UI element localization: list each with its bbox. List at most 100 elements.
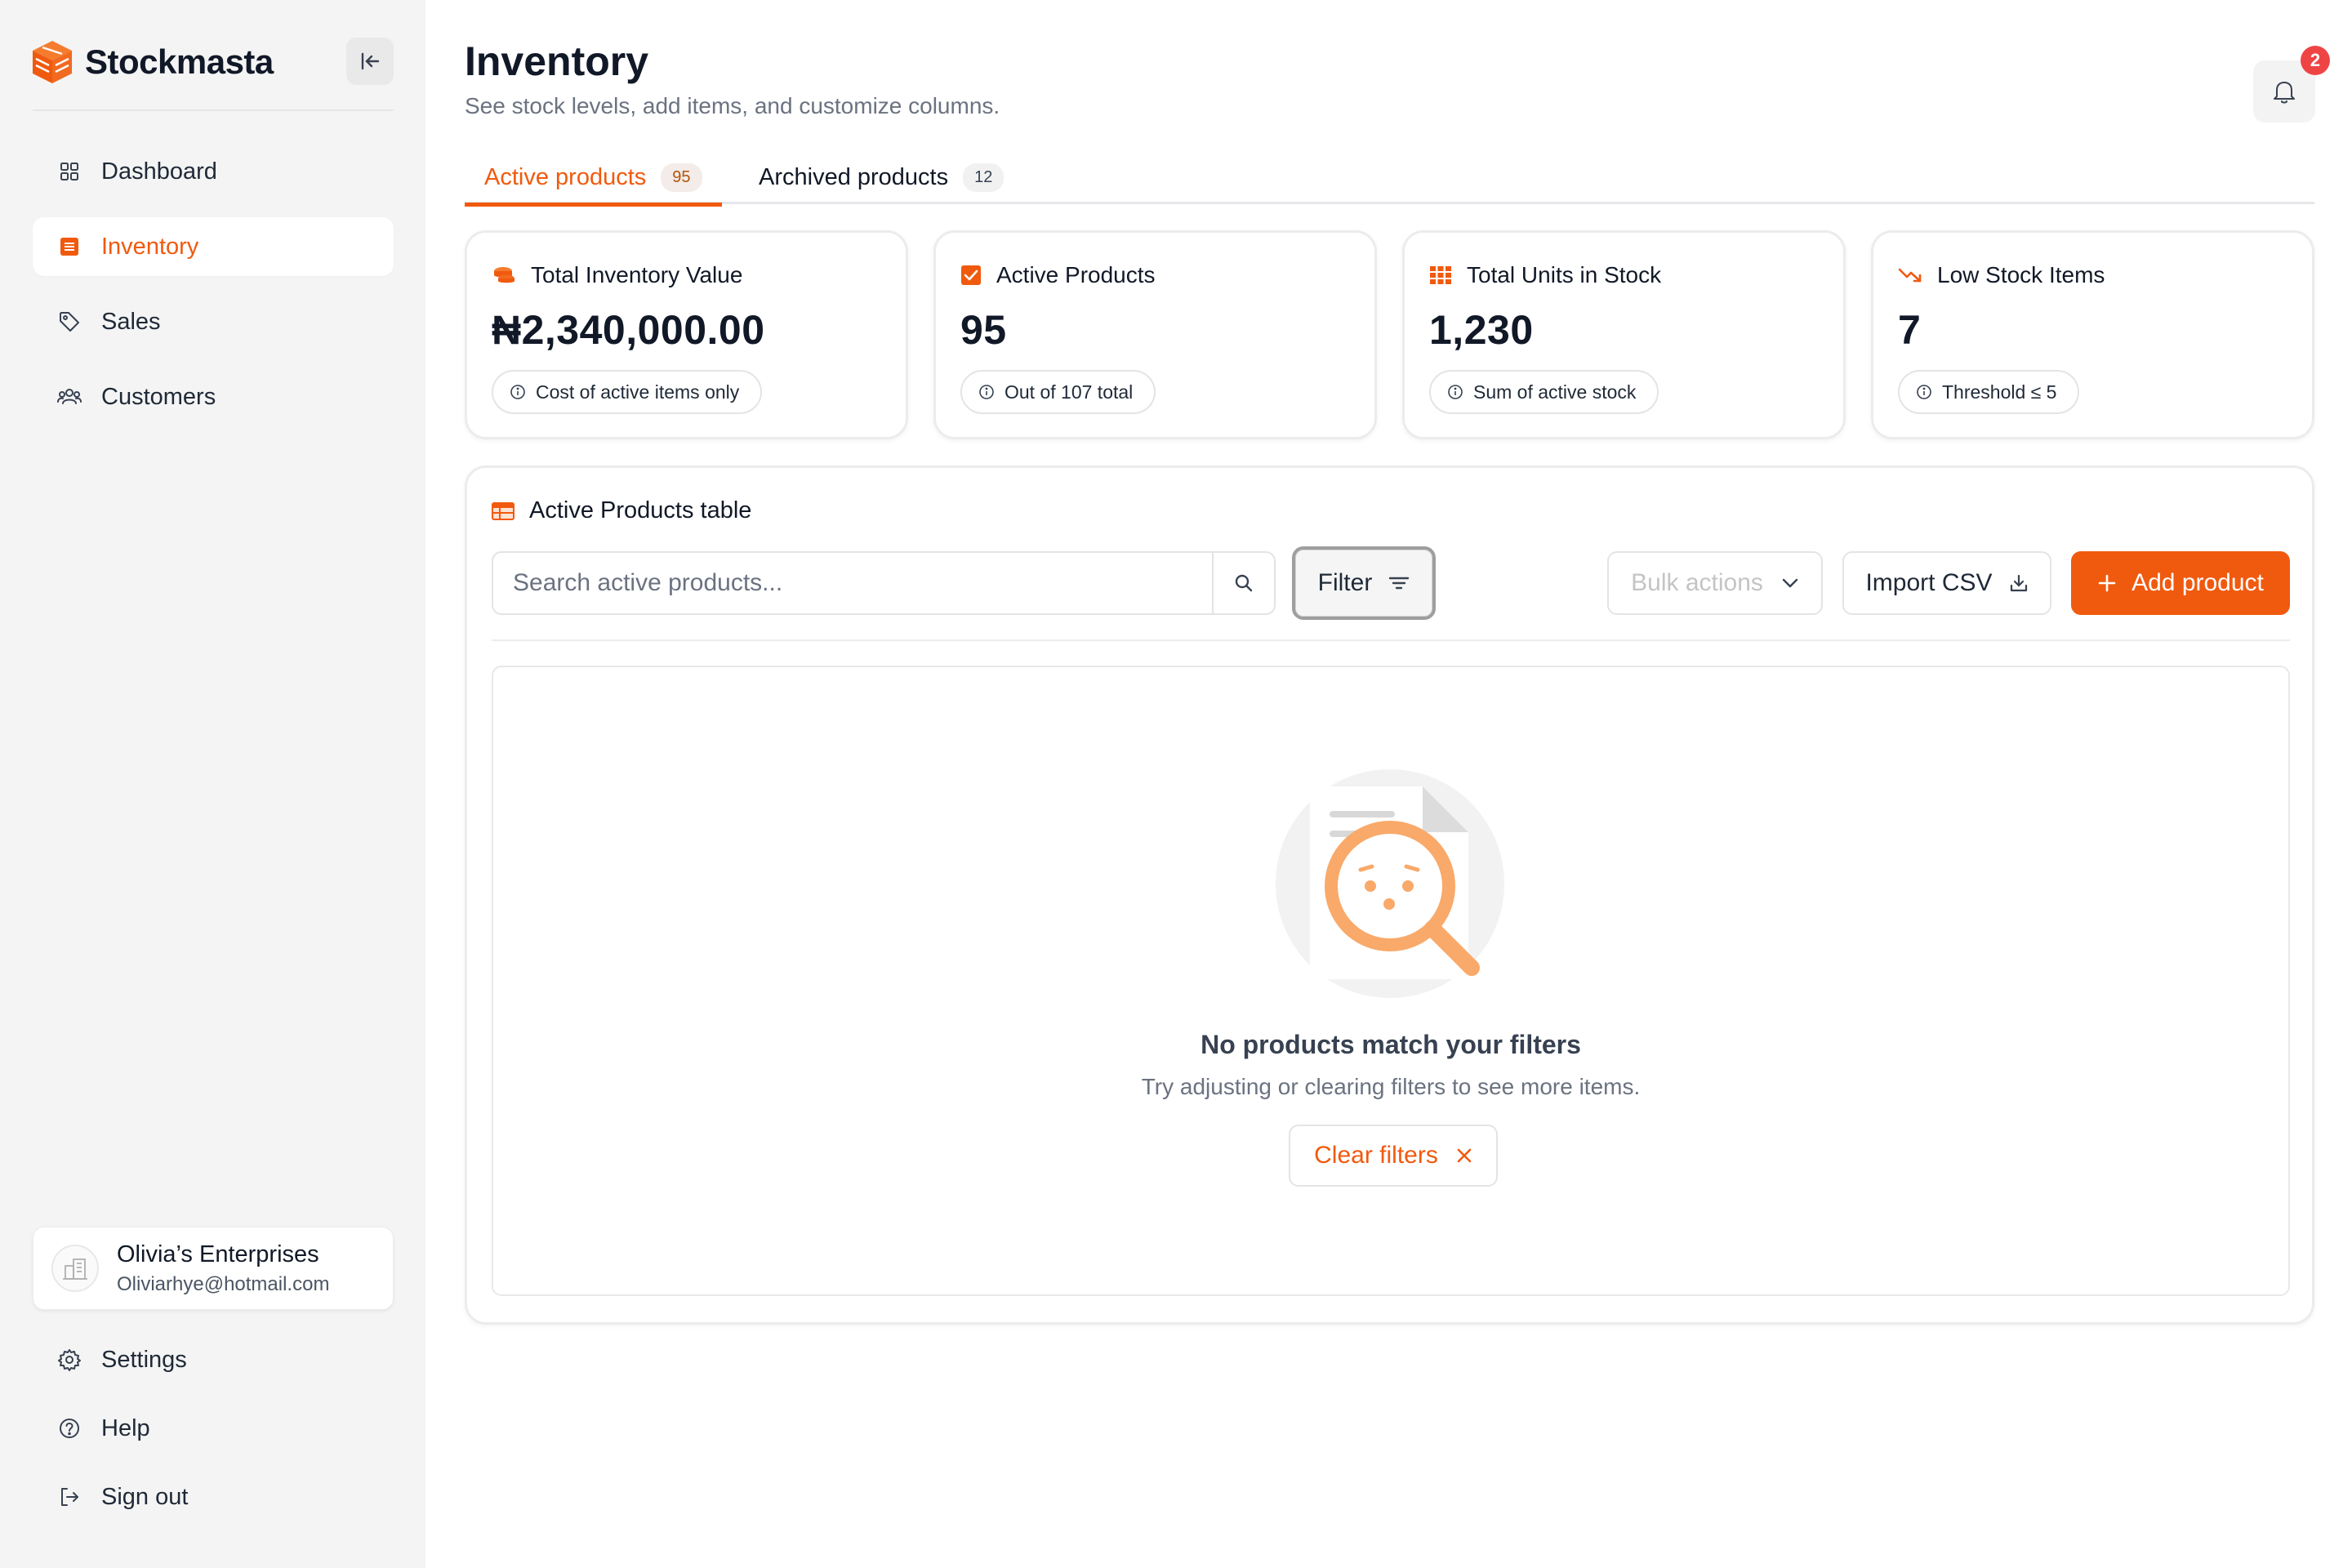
stat-note-pill: Sum of active stock [1429, 370, 1659, 414]
stat-note-pill: Cost of active items only [492, 370, 763, 414]
empty-state-subtitle: Try adjusting or clearing filters to see… [1141, 1074, 1641, 1099]
filter-label: Filter [1317, 569, 1373, 596]
search-input[interactable] [493, 553, 1212, 613]
sidebar-bottom-nav: Settings Help Sign out [33, 1333, 394, 1539]
organization-info: Olivia’s Enterprises Oliviarhye@hotmail.… [117, 1241, 329, 1296]
stat-label-text: Low Stock Items [1937, 262, 2105, 287]
tab-count-badge: 12 [963, 163, 1004, 192]
sidebar-item-dashboard[interactable]: Dashboard [33, 142, 394, 201]
sidebar-item-label: Settings [101, 1346, 187, 1373]
brand[interactable]: Stockmasta [31, 38, 274, 87]
table-icon [492, 501, 514, 520]
page-subtitle: See stock levels, add items, and customi… [465, 93, 1000, 118]
no-results-illustration-icon [1276, 769, 1504, 998]
organization-email: Oliviarhye@hotmail.com [117, 1272, 330, 1295]
stat-note-pill: Threshold ≤ 5 [1898, 370, 2080, 414]
empty-state-panel: No products match your filters Try adjus… [492, 666, 2290, 1296]
import-csv-button[interactable]: Import CSV [1842, 551, 2051, 615]
stat-label-text: Total Inventory Value [531, 262, 743, 287]
search-button[interactable] [1212, 553, 1274, 613]
stat-card-active-products: Active Products 95 Out of 107 total [933, 230, 1377, 439]
stat-value: 95 [960, 307, 1007, 353]
collapse-sidebar-button[interactable] [346, 38, 394, 85]
sidebar-item-sales[interactable]: Sales [33, 292, 394, 351]
download-icon [2010, 574, 2027, 592]
close-icon [1457, 1148, 1472, 1163]
organization-card[interactable]: Olivia’s Enterprises Oliviarhye@hotmail.… [33, 1227, 394, 1310]
stats-row: Total Inventory Value ₦2,340,000.00 Cost… [465, 230, 2314, 439]
filter-lines-icon [1389, 577, 1410, 590]
tab-active-products[interactable]: Active products 95 [465, 150, 721, 207]
tag-icon [57, 310, 82, 334]
products-table-card: Active Products table Filter Bulk action… [465, 466, 2314, 1325]
sidebar-item-label: Sales [101, 308, 161, 335]
clear-filters-button[interactable]: Clear filters [1289, 1125, 1498, 1187]
stat-label: Total Units in Stock [1429, 262, 1661, 288]
stat-label: Active Products [960, 262, 1156, 288]
collapse-left-icon [361, 52, 380, 70]
tab-label: Archived products [759, 163, 949, 190]
page-title: Inventory [465, 38, 649, 84]
search-icon [1235, 574, 1253, 592]
sidebar-item-inventory[interactable]: Inventory [33, 217, 394, 276]
trend-down-icon [1898, 268, 1922, 283]
organization-name: Olivia’s Enterprises [117, 1241, 319, 1267]
add-product-label: Add product [2132, 569, 2264, 596]
empty-state-title: No products match your filters [1200, 1030, 1581, 1059]
stat-card-total-inventory-value: Total Inventory Value ₦2,340,000.00 Cost… [465, 230, 908, 439]
stockmasta-logo-icon [33, 41, 72, 83]
add-product-button[interactable]: Add product [2071, 551, 2290, 615]
stat-card-total-units: Total Units in Stock 1,230 Sum of active… [1402, 230, 1846, 439]
table-title-text: Active Products table [529, 497, 752, 523]
info-icon [979, 385, 994, 399]
stat-value: 7 [1898, 307, 1922, 353]
plus-icon [2098, 574, 2116, 592]
sidebar-item-help[interactable]: Help [33, 1401, 394, 1455]
coins-icon [494, 267, 514, 283]
stat-value: ₦2,340,000.00 [492, 307, 765, 353]
users-icon [57, 385, 82, 409]
building-icon [63, 1258, 87, 1280]
brand-name: Stockmasta [85, 42, 274, 81]
gear-icon [57, 1348, 82, 1372]
chevron-down-icon [1782, 578, 1798, 588]
import-csv-label: Import CSV [1865, 569, 1993, 596]
info-icon [1448, 385, 1463, 399]
sign-out-icon [57, 1485, 82, 1509]
sidebar-divider [33, 109, 394, 111]
help-icon [57, 1416, 82, 1441]
info-icon [1917, 385, 1931, 399]
sidebar-item-sign-out[interactable]: Sign out [33, 1470, 394, 1524]
sidebar-item-label: Inventory [101, 233, 199, 260]
stat-note: Threshold ≤ 5 [1942, 381, 2057, 403]
notifications-badge: 2 [2301, 46, 2330, 75]
toolbar-divider [492, 639, 2290, 641]
sidebar-item-label: Customers [101, 383, 216, 410]
stat-note: Out of 107 total [1004, 381, 1134, 403]
app-root: Stockmasta Dashboard Inventory Sales Cus… [0, 0, 2352, 1568]
stat-label-text: Active Products [996, 262, 1156, 287]
stat-label: Low Stock Items [1898, 262, 2105, 288]
grid-icon [57, 159, 82, 184]
bulk-actions-label: Bulk actions [1631, 569, 1763, 596]
info-icon [510, 385, 525, 399]
sidebar-item-settings[interactable]: Settings [33, 1333, 394, 1387]
stat-note-pill: Out of 107 total [960, 370, 1156, 414]
avatar [51, 1245, 99, 1292]
grid-dots-icon [1430, 266, 1451, 284]
sidebar: Stockmasta Dashboard Inventory Sales Cus… [0, 0, 425, 1568]
filter-button[interactable]: Filter [1292, 546, 1436, 620]
sidebar-item-label: Help [101, 1414, 150, 1441]
checkbox-icon [961, 265, 981, 285]
sidebar-item-customers[interactable]: Customers [33, 368, 394, 426]
main-content: Inventory See stock levels, add items, a… [425, 0, 2352, 1568]
bulk-actions-dropdown[interactable]: Bulk actions [1607, 551, 1823, 615]
stat-note: Cost of active items only [536, 381, 740, 403]
sidebar-item-label: Dashboard [101, 158, 217, 185]
sidebar-item-label: Sign out [101, 1483, 189, 1510]
tab-archived-products[interactable]: Archived products 12 [759, 150, 1004, 204]
stat-card-low-stock: Low Stock Items 7 Threshold ≤ 5 [1871, 230, 2314, 439]
product-tabs: Active products 95 Archived products 12 [465, 150, 2314, 207]
stat-value: 1,230 [1429, 307, 1534, 353]
clear-filters-label: Clear filters [1314, 1142, 1438, 1169]
